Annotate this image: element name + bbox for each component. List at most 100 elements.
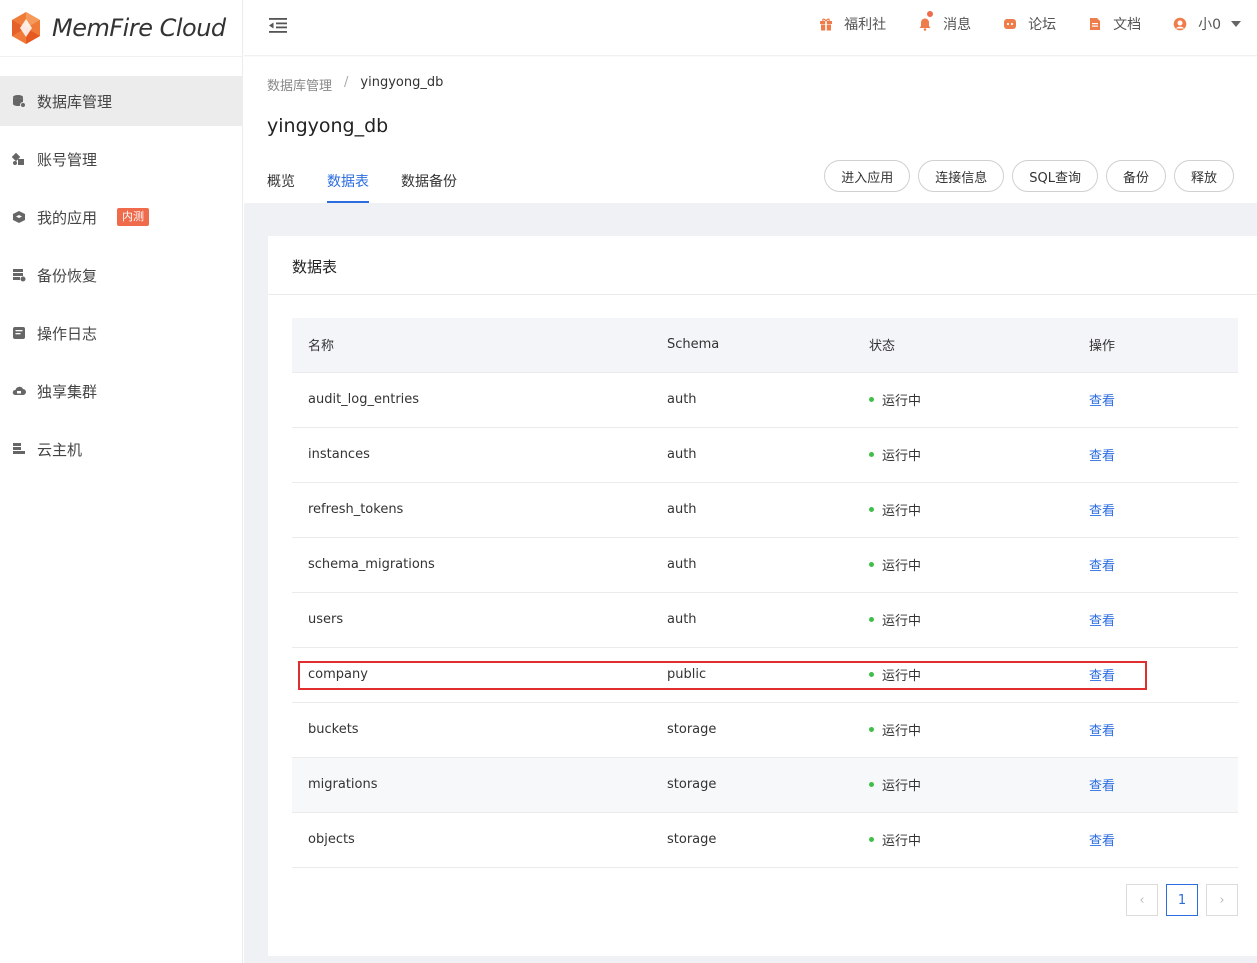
sidebar-item-cloud-host[interactable]: 云主机 <box>0 424 243 474</box>
sidebar-item-account[interactable]: 账号管理 <box>0 134 243 184</box>
view-link[interactable]: 查看 <box>1089 669 1115 684</box>
table-row: refresh_tokens auth 运行中 查看 <box>292 482 1238 538</box>
cell-schema: auth <box>667 537 869 593</box>
user-avatar-icon <box>1173 17 1187 31</box>
cell-schema: auth <box>667 427 869 483</box>
breadcrumb-separator: / <box>344 75 349 90</box>
release-button[interactable]: 释放 <box>1173 160 1234 192</box>
status-text: 运行中 <box>882 559 922 574</box>
menu-fold-icon[interactable] <box>268 16 288 34</box>
chevron-down-icon <box>1231 21 1241 27</box>
sidebar-item-backup[interactable]: 备份恢复 <box>0 250 243 300</box>
status-dot-icon <box>869 837 874 842</box>
next-page-button[interactable]: › <box>1206 884 1238 916</box>
cell-action: 查看 <box>1089 647 1238 703</box>
status-text: 运行中 <box>882 779 922 794</box>
cell-status: 运行中 <box>869 427 1089 483</box>
cloud-icon <box>12 386 26 395</box>
connection-info-button[interactable]: 连接信息 <box>918 160 1005 192</box>
status-text: 运行中 <box>882 394 922 409</box>
top-bar: 福利社 消息 论坛 文档 小0 <box>244 0 1257 56</box>
bell-icon <box>919 18 931 31</box>
sidebar-item-my-apps[interactable]: 我的应用 内测 <box>0 192 243 242</box>
cell-action: 查看 <box>1089 427 1238 483</box>
column-header-name: 名称 <box>292 318 667 373</box>
cell-name: instances <box>292 427 667 483</box>
view-link[interactable]: 查看 <box>1089 559 1115 574</box>
cell-action: 查看 <box>1089 592 1238 648</box>
sidebar-item-label: 账号管理 <box>37 150 98 169</box>
sidebar-item-label: 操作日志 <box>37 324 98 343</box>
cell-name: schema_migrations <box>292 537 667 593</box>
page-number-button[interactable]: 1 <box>1166 884 1198 916</box>
forum-link[interactable]: 论坛 <box>1003 14 1056 34</box>
sidebar: MemFire Cloud 数据库管理 账号管理 我的应用 内测 备份恢复 操作… <box>0 0 243 963</box>
docs-link[interactable]: 文档 <box>1088 14 1141 34</box>
table-row: migrations storage 运行中 查看 <box>292 757 1238 813</box>
table-header-row: 名称 Schema 状态 操作 <box>292 318 1238 373</box>
sidebar-nav: 数据库管理 账号管理 我的应用 内测 备份恢复 操作日志 独享集群 云主机 <box>0 76 243 482</box>
document-icon <box>1090 18 1101 30</box>
status-text: 运行中 <box>882 834 922 849</box>
prev-page-button[interactable]: ‹ <box>1126 884 1158 916</box>
sidebar-item-dedicated-cluster[interactable]: 独享集群 <box>0 366 243 416</box>
status-dot-icon <box>869 397 874 402</box>
account-icon <box>12 152 24 165</box>
cell-action: 查看 <box>1089 372 1238 428</box>
view-link[interactable]: 查看 <box>1089 449 1115 464</box>
view-link[interactable]: 查看 <box>1089 394 1115 409</box>
enter-app-button[interactable]: 进入应用 <box>824 160 911 192</box>
beta-badge: 内测 <box>117 208 150 226</box>
cell-status: 运行中 <box>869 757 1089 813</box>
welfare-link[interactable]: 福利社 <box>819 14 886 34</box>
backup-icon <box>13 269 26 282</box>
cell-schema: storage <box>667 757 869 813</box>
status-text: 运行中 <box>882 669 922 684</box>
view-link[interactable]: 查看 <box>1089 834 1115 849</box>
page-header: 数据库管理 / yingyong_db yingyong_db 概览 数据表 数… <box>244 57 1257 203</box>
user-menu[interactable]: 小0 <box>1173 14 1241 34</box>
status-text: 运行中 <box>882 449 922 464</box>
user-name: 小0 <box>1198 17 1221 33</box>
backup-button[interactable]: 备份 <box>1105 160 1166 192</box>
status-text: 运行中 <box>882 724 922 739</box>
card-title: 数据表 <box>292 258 338 276</box>
status-dot-icon <box>869 452 874 457</box>
cell-name: buckets <box>292 702 667 758</box>
logo[interactable]: MemFire Cloud <box>10 8 226 48</box>
sidebar-item-operation-log[interactable]: 操作日志 <box>0 308 243 358</box>
notification-dot <box>927 11 934 17</box>
view-link[interactable]: 查看 <box>1089 779 1115 794</box>
sidebar-item-database[interactable]: 数据库管理 <box>0 76 243 126</box>
view-link[interactable]: 查看 <box>1089 724 1115 739</box>
cell-status: 运行中 <box>869 592 1089 648</box>
status-dot-icon <box>869 507 874 512</box>
sidebar-item-label: 云主机 <box>37 440 83 459</box>
status-dot-icon <box>869 727 874 732</box>
breadcrumb: 数据库管理 / yingyong_db <box>267 75 443 94</box>
cell-name: refresh_tokens <box>292 482 667 538</box>
divider <box>268 294 1257 295</box>
cell-name: migrations <box>292 757 667 813</box>
tab-tables[interactable]: 数据表 <box>327 157 369 203</box>
messages-link[interactable]: 消息 <box>918 11 972 34</box>
cell-action: 查看 <box>1089 482 1238 538</box>
view-link[interactable]: 查看 <box>1089 504 1115 519</box>
breadcrumb-item-database[interactable]: 数据库管理 <box>267 75 332 94</box>
cell-status: 运行中 <box>869 647 1089 703</box>
forum-label: 论坛 <box>1028 17 1057 33</box>
cell-schema: storage <box>667 812 869 868</box>
tab-data-backup[interactable]: 数据备份 <box>401 157 457 203</box>
column-header-action: 操作 <box>1089 318 1238 373</box>
sql-query-button[interactable]: SQL查询 <box>1012 160 1098 192</box>
cell-status: 运行中 <box>869 482 1089 538</box>
tab-overview[interactable]: 概览 <box>267 157 295 203</box>
view-link[interactable]: 查看 <box>1089 614 1115 629</box>
sidebar-item-label: 备份恢复 <box>37 266 98 285</box>
column-header-schema: Schema <box>667 318 869 373</box>
messages-label: 消息 <box>943 17 972 33</box>
table-row: audit_log_entries auth 运行中 查看 <box>292 372 1238 428</box>
gift-icon <box>820 18 833 31</box>
cell-status: 运行中 <box>869 537 1089 593</box>
docs-label: 文档 <box>1113 17 1142 33</box>
